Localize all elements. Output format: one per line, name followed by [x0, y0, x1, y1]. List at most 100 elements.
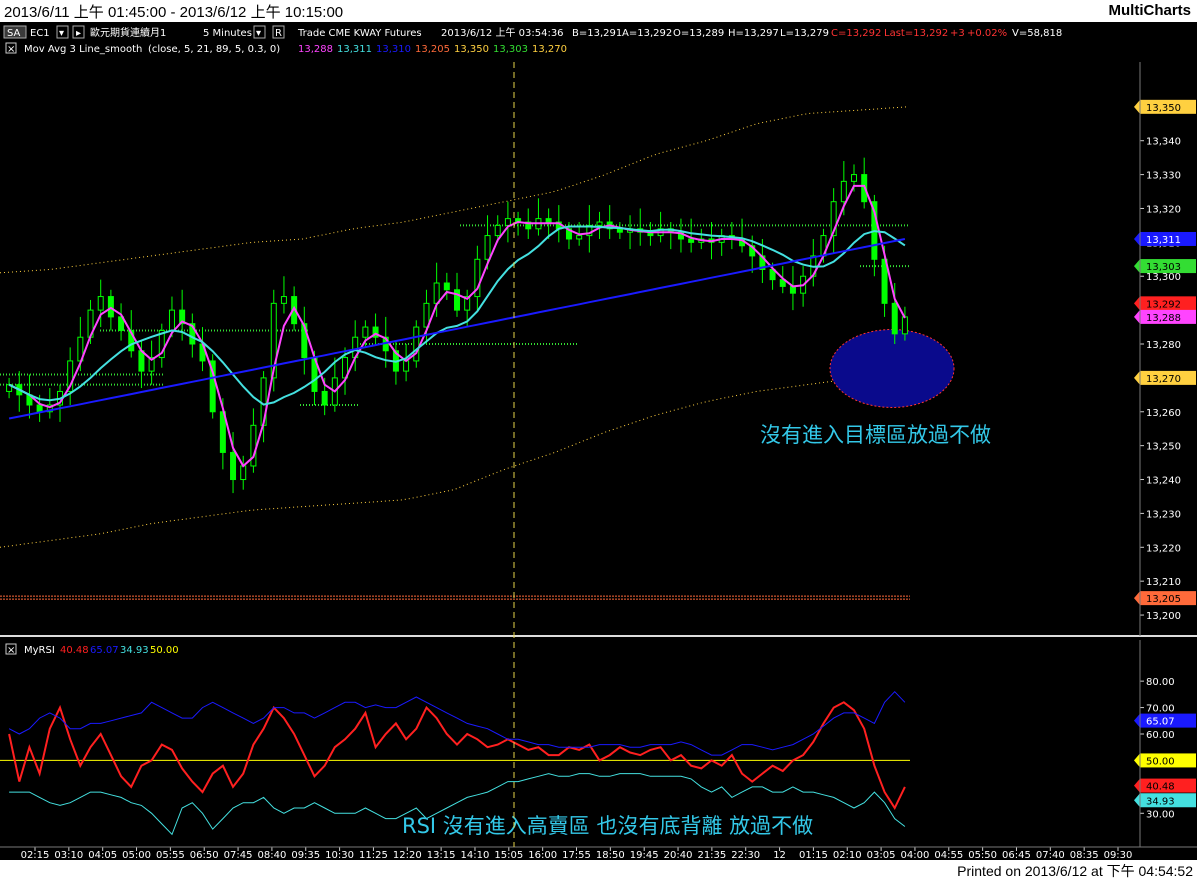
rsi-panel[interactable]: 30.0040.0050.0060.0070.0080.0065.0750.00… [0, 677, 1196, 836]
instrument-name: 歐元期貨連續月1 [90, 26, 166, 39]
time-tick-label: 14:10 [461, 850, 490, 860]
study-value: 13,303 [493, 44, 528, 55]
price-label-text: 13,311 [1146, 235, 1181, 246]
time-tick-label: 05:55 [156, 850, 185, 860]
time-tick-label: 12:20 [393, 850, 422, 860]
rsi-label-text: 50.00 [1146, 756, 1175, 767]
study-value: 13,311 [337, 44, 372, 55]
chevron-down-icon: ▾ [59, 28, 64, 39]
time-tick-label: 15:05 [494, 850, 523, 860]
price-tick-label: 13,260 [1146, 408, 1181, 419]
price-label-text: 13,303 [1146, 262, 1181, 273]
quote-ask: A=13,292 [622, 28, 672, 39]
rsi-label-text: 34.93 [1146, 796, 1175, 807]
time-tick-label: 05:00 [122, 850, 151, 860]
candle-body [240, 465, 247, 481]
play-icon: ▸ [76, 28, 81, 39]
rsi-label-text: 65.07 [1146, 717, 1175, 728]
rsi-value: 34.93 [120, 645, 149, 656]
study-header: × Mov Avg 3 Line_smooth (close, 5, 21, 8… [5, 42, 567, 55]
price-label-arrow [1134, 259, 1140, 274]
study-value: 13,310 [376, 44, 411, 55]
candle-body [616, 228, 623, 233]
candle-body [280, 296, 287, 304]
candle-body [362, 326, 369, 338]
price-label-arrow [1134, 309, 1140, 324]
candle-body [413, 326, 420, 362]
price-label-arrow [1134, 591, 1140, 606]
quote-time: 2013/6/12 上午 03:54:36 [441, 26, 564, 39]
time-tick-label: 11:25 [359, 850, 388, 860]
candle-body [433, 282, 440, 304]
quote-high: H=13,297 [728, 28, 779, 39]
candle-body [250, 424, 257, 467]
candle-body [891, 302, 898, 335]
band-lower-line [0, 377, 908, 548]
band-upper-line [0, 106, 909, 274]
time-tick-label: 16:00 [528, 850, 557, 860]
candle-body [230, 451, 237, 481]
rsi-study-name: MyRSI [24, 645, 55, 656]
step-icon: R [275, 28, 282, 39]
rsi-values: 40.48 65.07 34.93 50.00 [60, 645, 179, 656]
time-tick-label: 02:10 [833, 850, 862, 860]
rsi-value: 40.48 [60, 645, 89, 656]
time-tick-label: 22:30 [731, 850, 760, 860]
time-tick-label: 01:15 [799, 850, 828, 860]
candle-body [789, 285, 796, 294]
price-panel[interactable]: 13,200 13,210 13,220 13,230 13,240 13,250 13,2… [0, 99, 1196, 622]
rsi-annotation: RSI 沒有進入高賣區 也沒有底背離 放過不做 [402, 814, 813, 838]
time-tick-label: 21:35 [697, 850, 726, 860]
price-tick-label: 13,240 [1146, 476, 1181, 487]
time-tick-label: 03:05 [867, 850, 896, 860]
mode-button-label: SA [7, 28, 21, 39]
price-tick-label: 13,220 [1146, 543, 1181, 554]
time-tick-label: 08:35 [1070, 850, 1099, 860]
close-icon: × [7, 645, 15, 656]
chart-canvas[interactable]: 13,200 13,210 13,220 13,230 13,240 13,250 13,2… [0, 22, 1197, 860]
price-annotation: 沒有進入目標區放過不做 [760, 423, 991, 447]
data-source: Trade CME KWAY Futures [297, 28, 422, 39]
price-tick-label: 13,280 [1146, 340, 1181, 351]
time-tick-label: 10:30 [325, 850, 354, 860]
candle-body [321, 390, 328, 406]
print-timestamp: Printed on 2013/6/12 at 下午 04:54:52 [957, 863, 1193, 879]
quote-bid: B=13,291 [572, 28, 622, 39]
price-label-arrow [1134, 296, 1140, 311]
candle-body [545, 218, 552, 223]
price-label-text: 13,292 [1146, 299, 1181, 310]
price-tick-label: 13,340 [1146, 137, 1181, 148]
candle-body [851, 174, 858, 182]
candle-body [168, 309, 175, 331]
instrument-code: EC1 [30, 28, 50, 39]
time-tick-label: 03:10 [54, 850, 83, 860]
study-params: (close, 5, 21, 89, 5, 0.3, 0) [148, 44, 280, 55]
study-value: 13,350 [454, 44, 489, 55]
rsi-value: 50.00 [150, 645, 179, 656]
rsi-tick-label: 70.00 [1146, 704, 1175, 715]
brand-logo: MultiCharts [1108, 2, 1192, 19]
price-tick-label: 13,210 [1146, 577, 1181, 588]
price-tick-label: 13,200 [1146, 611, 1181, 622]
time-tick-label: 17:55 [562, 850, 591, 860]
price-label-text: 13,205 [1146, 594, 1181, 605]
time-tick-label: 04:05 [88, 850, 117, 860]
chevron-down-icon: ▾ [256, 28, 261, 39]
candle-body [138, 350, 145, 372]
rsi-label-arrow [1134, 778, 1140, 793]
candle-body [36, 404, 43, 413]
target-zone-ellipse [829, 328, 955, 408]
price-label-arrow [1134, 370, 1140, 385]
time-tick-label: 12 [773, 850, 786, 860]
candle-body [596, 221, 603, 226]
time-tick-label: 04:00 [901, 850, 930, 860]
candle-body [403, 360, 410, 372]
chart-area[interactable]: 13,200 13,210 13,220 13,230 13,240 13,250 13,2… [0, 22, 1197, 860]
candle-body [443, 282, 450, 291]
title-bar: 2013/6/11 上午 01:45:00 - 2013/6/12 上午 10:… [0, 0, 1197, 22]
footer: Printed on 2013/6/12 at 下午 04:54:52 [0, 860, 1197, 880]
quote-change-pct: +0.02% [967, 28, 1007, 39]
quote-low: L=13,279 [780, 28, 829, 39]
chart-period: 2013/6/11 上午 01:45:00 - 2013/6/12 上午 10:… [4, 4, 344, 21]
time-tick-label: 09:30 [1104, 850, 1133, 860]
